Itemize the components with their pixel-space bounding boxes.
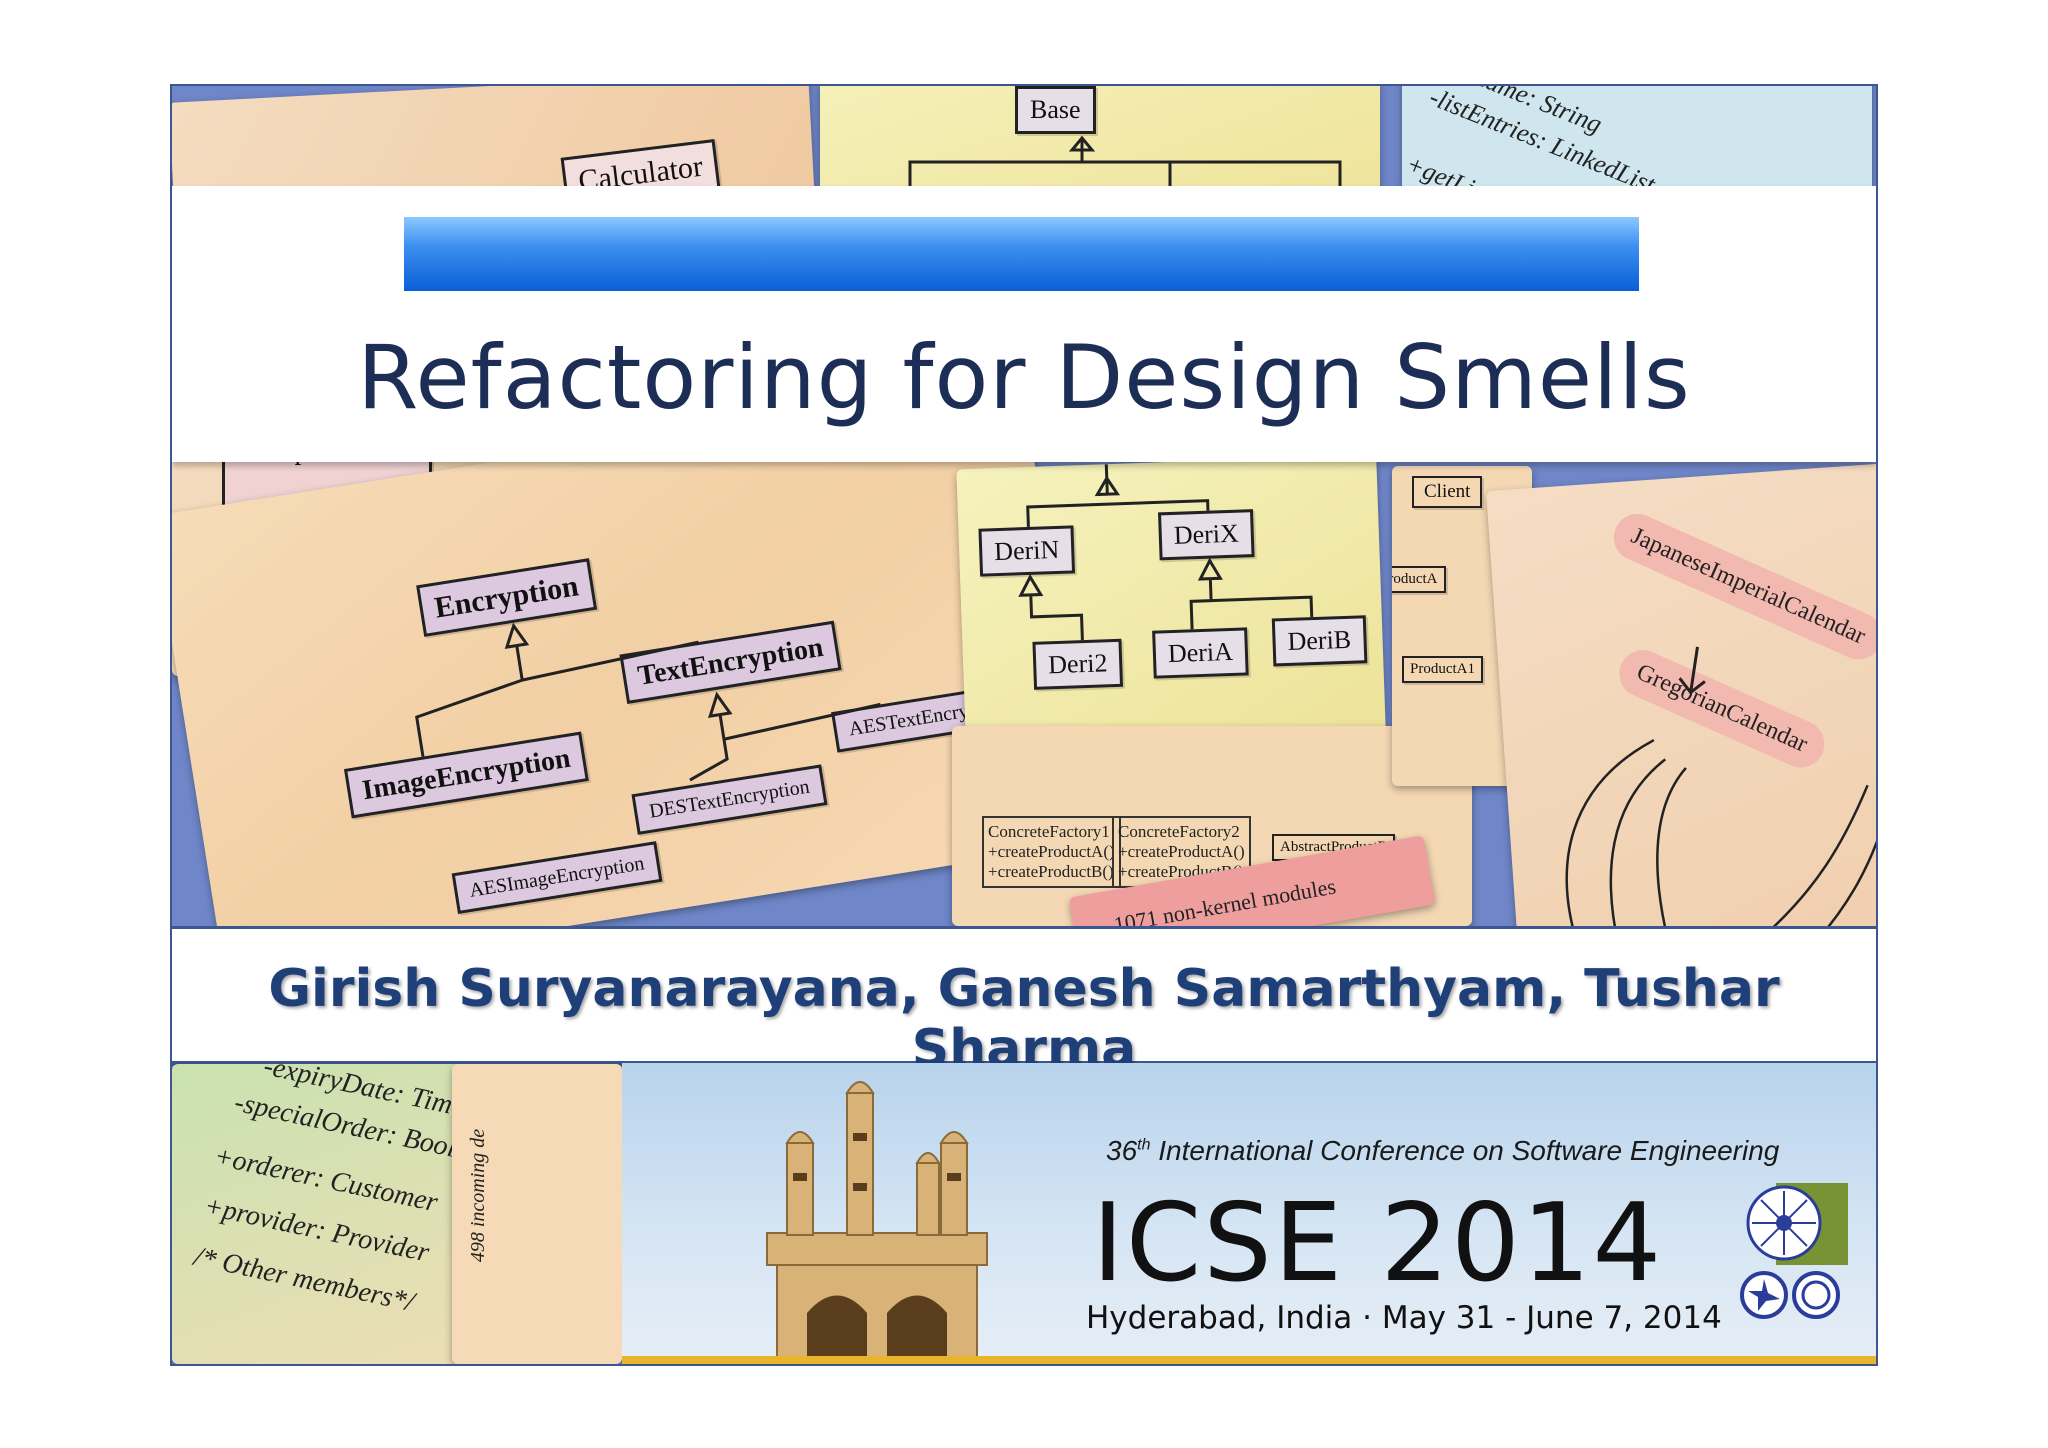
slide-frame: Calculator Base -name: String -listEntri… — [170, 84, 1878, 1366]
uml-class-product-a: ProductA — [1392, 566, 1446, 593]
note-order: -expiryDate: Tim -specialOrder: Boolean … — [172, 1064, 622, 1364]
uml-class-client: Client — [1412, 476, 1483, 508]
note-incoming: 498 incoming de — [452, 1064, 622, 1364]
note-calendar: JapaneseImperialCalendar GregorianCalend… — [1486, 461, 1876, 961]
authors-band: Girish Suryanarayana, Ganesh Samarthyam,… — [172, 926, 1876, 1079]
incoming-label: 498 incoming de — [467, 1128, 490, 1263]
conference-name: ICSE 2014 — [1092, 1181, 1664, 1306]
conference-place: Hyderabad, India · May 31 - June 7, 2014 — [1086, 1300, 1722, 1336]
calendar-arrows — [1565, 646, 1876, 947]
title-accent-bar — [404, 217, 1639, 291]
uml-class-product-a1: ProductA1 — [1402, 656, 1483, 683]
icse-bottom-strip — [622, 1356, 1876, 1364]
title-band: Refactoring for Design Smells — [172, 186, 1876, 462]
slide-authors: Girish Suryanarayana, Ganesh Samarthyam,… — [268, 959, 1780, 1079]
factory1-label: ConcreteFactory1 +createProductA() +crea… — [982, 816, 1121, 888]
icse-logo-icon — [1740, 1183, 1848, 1319]
charminar-image — [766, 1081, 988, 1362]
icse-banner: 36th International Conference on Softwar… — [622, 1063, 1876, 1364]
conference-line: 36th International Conference on Softwar… — [1106, 1135, 1780, 1166]
slide-title: Refactoring for Design Smells — [357, 326, 1691, 429]
